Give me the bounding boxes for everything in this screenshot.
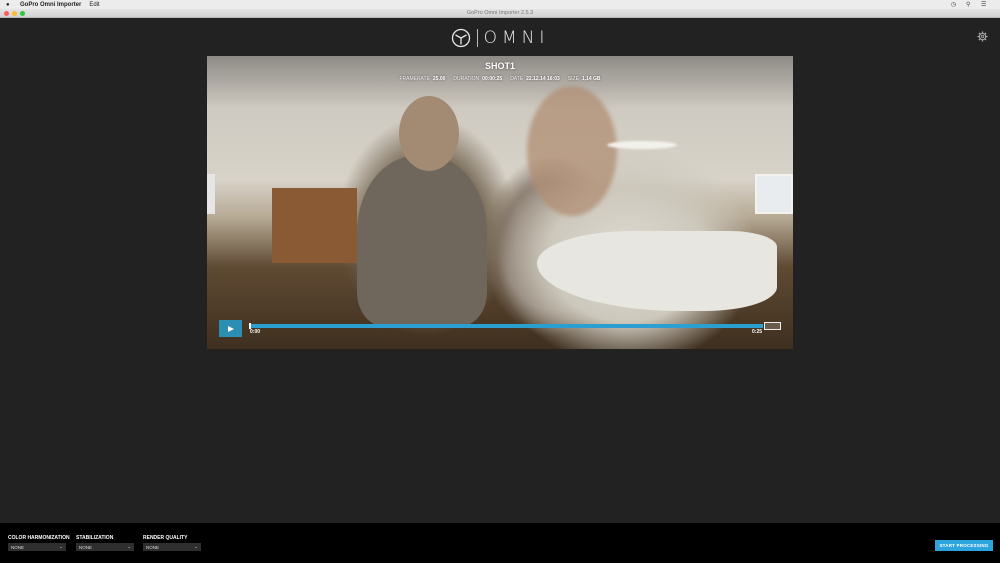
video-scene-cabinet <box>272 188 357 263</box>
logo-divider <box>476 29 478 47</box>
play-icon <box>227 325 234 332</box>
menu-app-name[interactable]: GoPro Omni Importer <box>20 2 81 8</box>
shot-metadata: FRAMERATE 25.00 DURATION 00:00:25 DATE 22.1… <box>207 76 793 82</box>
start-processing-button[interactable]: START PROCESSING <box>935 540 993 551</box>
color-harmonization-label: COLOR HARMONIZATION <box>8 535 70 541</box>
clock-status-icon[interactable]: ◷ <box>951 2 958 8</box>
color-harmonization-option: COLOR HARMONIZATION NONE ⌄ <box>8 535 70 551</box>
processing-options-bar: COLOR HARMONIZATION NONE ⌄ STABILIZATION… <box>0 523 1000 563</box>
time-start: 0:00 <box>250 329 261 335</box>
video-scene-hand <box>527 86 617 216</box>
meta-size: SIZE 1,14 GB <box>567 76 601 82</box>
video-scene-person <box>357 156 487 326</box>
chevron-down-icon: ⌄ <box>59 544 63 549</box>
video-scene-light <box>607 141 677 149</box>
time-end: 0:25 <box>752 329 763 335</box>
render-quality-label: RENDER QUALITY <box>143 535 188 541</box>
render-quality-option: RENDER QUALITY NONE ⌄ <box>143 535 201 551</box>
color-harmonization-select[interactable]: NONE ⌄ <box>8 543 66 551</box>
stabilization-select[interactable]: NONE ⌄ <box>76 543 134 551</box>
window-title: GoPro Omni Importer 2.5.3 <box>466 10 534 16</box>
omni-logo: OMNI <box>0 27 1000 49</box>
render-quality-select[interactable]: NONE ⌄ <box>143 543 201 551</box>
logo-text: OMNI <box>483 28 550 48</box>
menu-extras: ◷ ⚲ ☰ <box>951 2 988 8</box>
meta-framerate: FRAMERATE 25.00 <box>399 76 446 82</box>
apple-icon[interactable]: ● <box>6 2 12 8</box>
omni-cube-icon <box>451 28 470 48</box>
window-title-bar: GoPro Omni Importer 2.5.3 <box>0 9 1000 18</box>
meta-date: DATE 22.12.14 16:03 <box>510 76 560 82</box>
chevron-down-icon: ⌄ <box>127 544 131 549</box>
video-preview[interactable]: SHOT1 FRAMERATE 25.00 DURATION 00:00:25 DA… <box>207 56 793 349</box>
video-scene-head <box>399 96 459 171</box>
gear-icon[interactable] <box>977 31 988 42</box>
end-frame-thumbnail[interactable] <box>764 322 781 330</box>
shot-title: SHOT1 <box>484 61 515 71</box>
video-scene-window-left <box>207 174 215 214</box>
meta-duration: DURATION 00:00:25 <box>453 76 503 82</box>
chevron-down-icon: ⌄ <box>194 544 198 549</box>
menu-edit[interactable]: Edit <box>89 2 99 8</box>
notification-center-icon[interactable]: ☰ <box>981 2 988 8</box>
video-scene-desk <box>537 231 777 311</box>
video-scene-window-right <box>755 174 793 214</box>
play-button[interactable] <box>219 320 242 337</box>
mac-menu-bar: ● GoPro Omni Importer Edit ◷ ⚲ ☰ <box>0 0 1000 9</box>
spotlight-search-icon[interactable]: ⚲ <box>966 2 973 8</box>
stabilization-label: STABILIZATION <box>76 535 114 541</box>
timeline-scrubber[interactable] <box>249 323 763 329</box>
stabilization-option: STABILIZATION NONE ⌄ <box>76 535 134 551</box>
